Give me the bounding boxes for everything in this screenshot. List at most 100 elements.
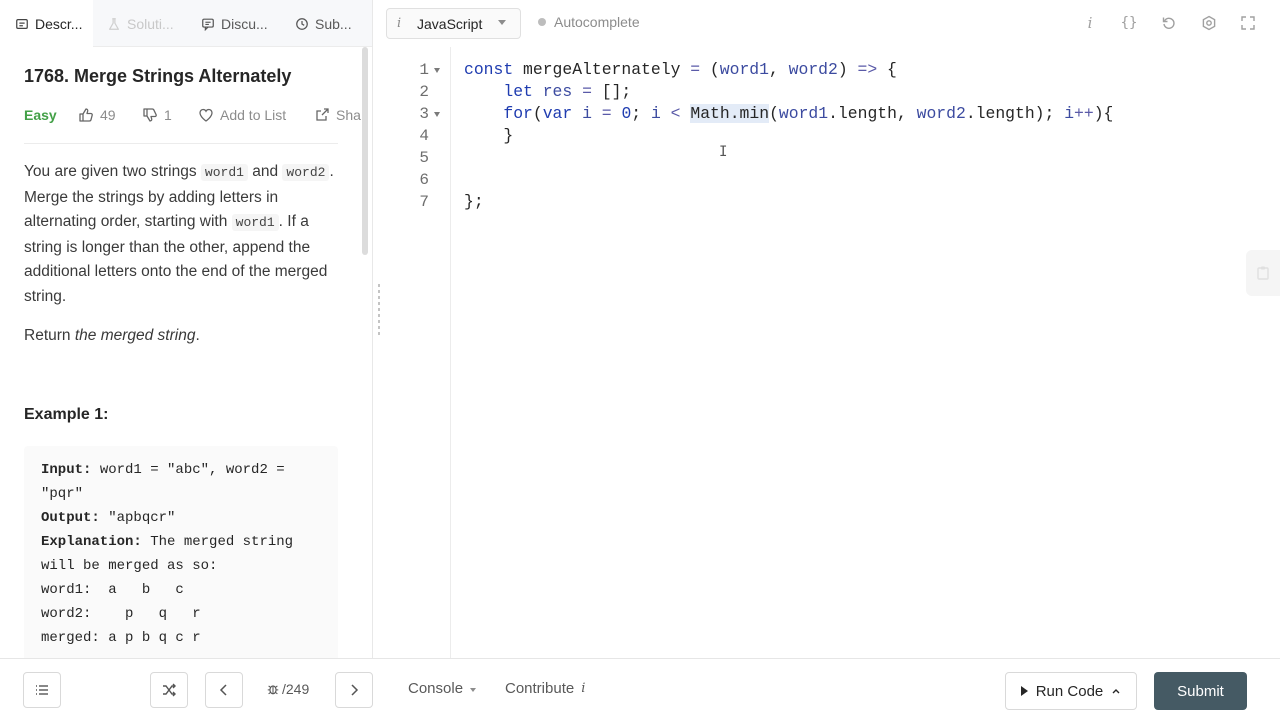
braces-icon[interactable]: {}	[1119, 13, 1139, 33]
tab-submissions-label: Sub...	[315, 15, 352, 32]
emphasis: the merged string	[74, 327, 196, 344]
inline-code: word2	[282, 164, 330, 181]
heart-icon	[199, 108, 213, 122]
description-paragraph: You are given two strings word1 and word…	[24, 160, 344, 309]
description-icon	[16, 18, 28, 29]
contribute-button[interactable]: Contribute i	[505, 680, 585, 697]
tab-solution: Soluti...	[107, 0, 174, 47]
discuss-icon	[202, 18, 214, 31]
bottom-bar: /249 Console Contribute i Run Code Submi…	[0, 658, 1280, 720]
info-icon: i	[397, 16, 402, 31]
inline-code: word1	[200, 164, 248, 181]
tab-submissions[interactable]: Sub...	[295, 0, 352, 47]
line-number: 6	[419, 171, 429, 189]
shuffle-icon	[163, 683, 176, 697]
likes-count: 49	[100, 107, 116, 123]
description-paragraph: Return the merged string.	[24, 324, 344, 349]
like-button[interactable]: 49	[78, 104, 116, 126]
scrollbar[interactable]	[362, 47, 368, 255]
explanation-label: Explanation:	[41, 534, 142, 550]
list-icon	[36, 685, 48, 695]
contribute-label: Contribute	[505, 680, 575, 697]
problem-list-button[interactable]	[23, 672, 61, 708]
share-button[interactable]: Sha	[314, 104, 361, 126]
panel-tabs: Descr... Soluti... Discu... Sub...	[0, 0, 372, 47]
run-code-label: Run Code	[1035, 682, 1104, 700]
autocomplete-label: Autocomplete	[554, 14, 640, 30]
line-number: 4	[419, 127, 429, 145]
code-line[interactable]: let res = [];	[464, 81, 631, 103]
clock-icon	[296, 17, 308, 30]
tab-discuss-label: Discu...	[221, 15, 268, 32]
code-line[interactable]: for(var i = 0; i < Math.min(word1.length…	[464, 103, 1113, 125]
text-cursor-icon: I	[719, 144, 728, 160]
info-icon[interactable]: i	[1080, 13, 1100, 33]
add-to-list-button[interactable]: Add to List	[198, 104, 286, 126]
splitter-handle[interactable]	[378, 284, 380, 336]
output-value: "apbqcr"	[99, 510, 176, 526]
tab-description-label: Descr...	[35, 15, 83, 32]
thumbs-up-icon	[79, 108, 93, 122]
dislike-button[interactable]: 1	[142, 104, 172, 126]
random-problem-button[interactable]	[150, 672, 188, 708]
clipboard-icon	[1257, 266, 1269, 280]
share-icon	[316, 108, 329, 121]
share-label: Sha	[336, 107, 361, 123]
editor-toolbar: i JavaScript Autocomplete i {}	[386, 0, 1280, 47]
input-label: Input:	[41, 462, 92, 478]
side-panel-tab[interactable]	[1246, 250, 1280, 296]
info-icon: i	[581, 681, 586, 696]
chevron-up-icon	[1111, 683, 1121, 700]
toggle-dot-icon	[538, 18, 546, 26]
code-line[interactable]: };	[464, 191, 484, 213]
line-number: 1	[419, 61, 429, 79]
line-number: 5	[419, 149, 429, 167]
fullscreen-icon[interactable]	[1238, 13, 1258, 33]
thumbs-down-icon	[143, 108, 157, 122]
flask-icon	[109, 17, 119, 30]
chevron-left-icon	[219, 684, 227, 696]
line-gutter: 1 2 3 4 5 6 7	[386, 47, 451, 658]
problem-description: You are given two strings word1 and word…	[24, 160, 344, 364]
text: and	[247, 163, 283, 180]
example-block: Input: word1 = "abc", word2 = "pqr" Outp…	[24, 446, 338, 658]
line-number: 7	[419, 193, 429, 211]
bug-icon	[267, 685, 279, 695]
run-code-button[interactable]: Run Code	[1005, 672, 1137, 710]
language-select[interactable]: i JavaScript	[386, 8, 521, 39]
submit-button[interactable]: Submit	[1154, 672, 1247, 710]
console-button[interactable]: Console	[408, 680, 477, 697]
problem-panel: Descr... Soluti... Discu... Sub... 1768.…	[0, 0, 373, 658]
tab-description[interactable]: Descr...	[0, 0, 93, 47]
play-icon	[1020, 686, 1028, 696]
settings-icon[interactable]	[1199, 13, 1219, 33]
example-title: Example 1:	[24, 406, 109, 423]
tab-discuss[interactable]: Discu...	[201, 0, 268, 47]
text: Return	[24, 327, 75, 344]
chevron-down-icon	[470, 687, 477, 692]
chevron-down-icon	[498, 20, 506, 25]
previous-button[interactable]	[205, 672, 243, 708]
fold-arrow-icon[interactable]	[434, 112, 440, 117]
problem-pager: /249	[266, 681, 309, 697]
tab-solution-label: Soluti...	[127, 15, 174, 32]
pager-total: /249	[282, 681, 310, 697]
console-label: Console	[408, 680, 464, 697]
code-line[interactable]: }	[464, 125, 513, 147]
code-editor[interactable]: 1 2 3 4 5 6 7 const mergeAlternately = (…	[386, 47, 1280, 658]
autocomplete-toggle[interactable]: Autocomplete	[538, 14, 640, 30]
divider	[24, 143, 338, 144]
dislikes-count: 1	[164, 107, 172, 123]
add-to-list-label: Add to List	[220, 107, 287, 123]
problem-meta: Easy 49 1 Add to List Sha	[24, 104, 372, 126]
text: .	[195, 327, 200, 344]
explanation-value: The merged string will be merged as so: …	[41, 534, 294, 646]
reset-icon[interactable]	[1159, 13, 1179, 33]
code-line[interactable]: const mergeAlternately = (word1, word2) …	[464, 59, 897, 81]
chevron-right-icon	[351, 684, 359, 696]
fold-arrow-icon[interactable]	[434, 68, 440, 73]
language-label: JavaScript	[417, 15, 483, 32]
output-label: Output:	[41, 510, 100, 526]
text: You are given two strings	[24, 163, 201, 180]
next-button[interactable]	[335, 672, 373, 708]
